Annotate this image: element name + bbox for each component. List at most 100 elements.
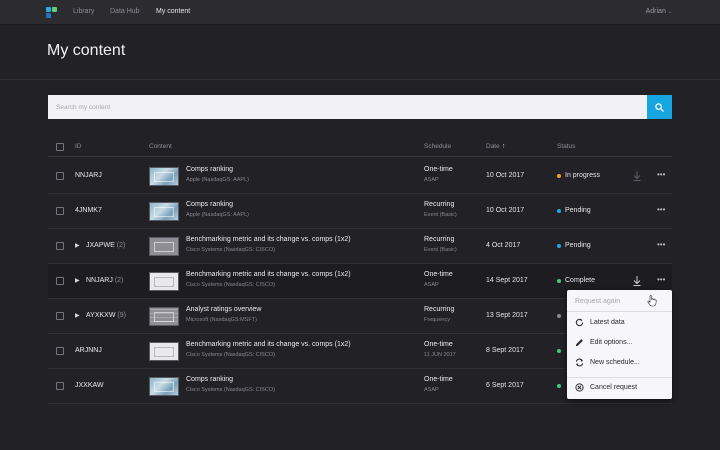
menu-divider — [567, 311, 672, 312]
expand-caret-icon[interactable]: ▶ — [75, 242, 80, 249]
more-options-icon[interactable]: ••• — [657, 241, 665, 249]
row-id-text: JXXKAW — [75, 382, 104, 389]
row-id-text: ARJNNJ — [75, 347, 102, 354]
status-text: Pending — [565, 242, 591, 249]
download-icon[interactable] — [632, 275, 642, 287]
user-name: Adrian — [645, 8, 666, 15]
select-all-checkbox[interactable] — [56, 143, 64, 151]
schedule-icon — [575, 358, 584, 367]
schedule-detail: ASAP — [424, 387, 439, 393]
menu-divider — [567, 377, 672, 378]
menu-item-latest-data[interactable]: Latest data — [567, 314, 672, 332]
download-icon[interactable] — [632, 170, 642, 182]
content-title[interactable]: Comps ranking — [186, 201, 233, 208]
schedule-type: One-time — [424, 271, 453, 278]
menu-item-edit-options[interactable]: Edit options... — [567, 334, 672, 352]
content-thumbnail — [149, 202, 179, 221]
page-title: My content — [47, 42, 126, 59]
schedule-type: Recurring — [424, 236, 455, 243]
row-id: ARJNNJ — [75, 347, 102, 354]
app-logo[interactable] — [46, 7, 58, 19]
more-options-icon[interactable]: ••• — [657, 206, 665, 214]
content-thumbnail — [149, 342, 179, 361]
content-title[interactable]: Comps ranking — [186, 376, 233, 383]
content-title[interactable]: Benchmarking metric and its change vs. c… — [186, 271, 351, 278]
nav-link-library[interactable]: Library — [73, 8, 94, 15]
row-group-count: (2) — [116, 242, 126, 249]
schedule-type: One-time — [424, 341, 453, 348]
column-header-date[interactable]: Date ↑ — [486, 143, 505, 150]
content-title[interactable]: Benchmarking metric and its change vs. c… — [186, 236, 351, 243]
divider — [0, 79, 720, 80]
menu-item-label: Edit options... — [590, 339, 633, 346]
column-header-status[interactable]: Status — [557, 143, 575, 150]
content-company: Cisco Systems (NasdaqGS: CISCO) — [186, 247, 275, 253]
status-dot — [557, 314, 561, 318]
row-date: 8 Sept 2017 — [486, 347, 524, 354]
search-icon — [655, 102, 664, 112]
row-group-count: (9) — [117, 312, 126, 319]
content-company: Cisco Systems (NasdaqGS: CISCO) — [186, 352, 275, 358]
chevron-down-icon: ⌄ — [667, 9, 672, 15]
content-title[interactable]: Analyst ratings overview — [186, 306, 261, 313]
menu-item-new-schedule[interactable]: New schedule... — [567, 354, 672, 372]
status-dot — [557, 174, 561, 178]
row-checkbox[interactable] — [56, 242, 64, 250]
row-id: JXXKAW — [75, 382, 104, 389]
content-thumbnail — [149, 272, 179, 291]
table-row[interactable]: NNJARJ Comps ranking Apple (NasdaqGS: AAP… — [48, 159, 672, 194]
content-title[interactable]: Benchmarking metric and its change vs. c… — [186, 341, 351, 348]
row-group-count: (2) — [114, 277, 124, 284]
cancel-icon — [575, 383, 584, 392]
search-input[interactable] — [48, 95, 647, 119]
row-date: 6 Sept 2017 — [486, 382, 524, 389]
table-row[interactable]: 4JNMK7 Comps ranking Apple (NasdaqGS: AAP… — [48, 194, 672, 229]
row-id: NNJARJ — [75, 172, 102, 179]
column-header-schedule[interactable]: Schedule — [424, 143, 451, 150]
row-date: 4 Oct 2017 — [486, 242, 521, 249]
schedule-type: One-time — [424, 166, 453, 173]
schedule-type: Recurring — [424, 306, 455, 313]
column-header-date-label: Date — [486, 143, 500, 150]
status-dot — [557, 244, 561, 248]
column-header-id[interactable]: ID — [75, 143, 82, 150]
schedule-detail: ASAP — [424, 177, 439, 183]
row-checkbox[interactable] — [56, 172, 64, 180]
content-company: Cisco Systems (NasdaqGS: CISCO) — [186, 282, 275, 288]
nav-link-my-content[interactable]: My content — [156, 8, 190, 15]
row-checkbox[interactable] — [56, 312, 64, 320]
refresh-icon — [575, 318, 584, 327]
content-title[interactable]: Comps ranking — [186, 166, 233, 173]
row-id-text: NNJARJ — [86, 277, 113, 284]
more-options-icon[interactable]: ••• — [657, 276, 665, 284]
search-button[interactable] — [647, 95, 672, 119]
expand-caret-icon[interactable]: ▶ — [75, 277, 80, 284]
row-id-text: 4JNMK7 — [75, 207, 102, 214]
content-company: Apple (NasdaqGS: AAPL) — [186, 177, 249, 183]
row-checkbox[interactable] — [56, 277, 64, 285]
row-id: NNJARJ (2) — [86, 277, 123, 284]
status-dot — [557, 349, 561, 353]
row-checkbox[interactable] — [56, 382, 64, 390]
content-thumbnail — [149, 377, 179, 396]
column-header-content[interactable]: Content — [149, 143, 172, 150]
table-row[interactable]: ▶ JXAPWE (2) Benchmarking metric and its c… — [48, 229, 672, 264]
more-options-icon[interactable]: ••• — [657, 171, 665, 179]
menu-item-cancel-request[interactable]: Cancel request — [567, 379, 672, 397]
row-date: 14 Sept 2017 — [486, 277, 528, 284]
row-id: 4JNMK7 — [75, 207, 102, 214]
row-id: JXAPWE (2) — [86, 242, 125, 249]
row-checkbox[interactable] — [56, 347, 64, 355]
schedule-detail: Event (Basic) — [424, 212, 457, 218]
user-menu[interactable]: Adrian ⌄ — [646, 8, 672, 15]
content-company: Apple (NasdaqGS: AAPL) — [186, 212, 249, 218]
row-date: 10 Oct 2017 — [486, 207, 525, 214]
pencil-icon — [575, 339, 583, 347]
schedule-detail: Frequency — [424, 317, 450, 323]
content-thumbnail — [149, 167, 179, 186]
row-checkbox[interactable] — [56, 207, 64, 215]
menu-item-label: Cancel request — [590, 384, 638, 391]
expand-caret-icon[interactable]: ▶ — [75, 312, 80, 319]
row-id: AYXKXW (9) — [86, 312, 126, 319]
nav-link-data-hub[interactable]: Data Hub — [110, 8, 140, 15]
